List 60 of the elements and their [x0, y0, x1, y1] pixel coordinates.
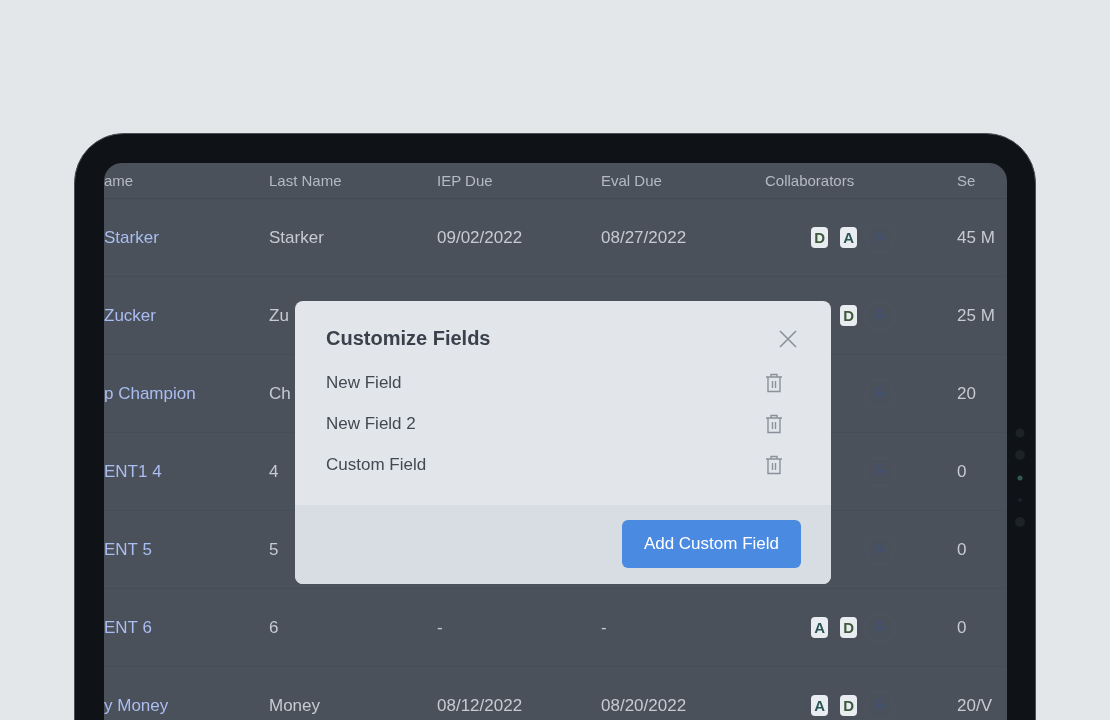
- custom-field-name: New Field: [326, 372, 402, 393]
- delete-button[interactable]: [765, 413, 783, 434]
- delete-button[interactable]: [765, 372, 783, 393]
- column-header: Last Name: [269, 171, 343, 190]
- student-name-link[interactable]: y Money: [104, 695, 169, 715]
- column-header: IEP Due: [437, 171, 494, 190]
- collaborator-initial: A: [811, 695, 829, 716]
- student-name-link[interactable]: Zucker: [104, 305, 156, 325]
- table-cell: 0: [957, 539, 967, 559]
- add-user-icon: [873, 621, 887, 634]
- student-name-link[interactable]: ENT 5: [104, 539, 152, 559]
- collaborator-initial: D: [840, 305, 857, 326]
- table-cell: Ch: [269, 383, 291, 403]
- table-cell: 20: [957, 383, 976, 403]
- collaborator-initial: D: [840, 617, 857, 638]
- student-name-link[interactable]: ENT1 4: [104, 461, 162, 481]
- trash-icon: [765, 413, 783, 434]
- table-cell: 6: [269, 617, 279, 637]
- student-name-link[interactable]: ENT 6: [104, 617, 152, 637]
- table-cell: 08/12/2022: [437, 695, 523, 715]
- add-user-icon: [873, 309, 887, 322]
- collaborator-initial: A: [811, 617, 829, 638]
- table-cell: -: [601, 617, 607, 637]
- table-cell: Starker: [269, 227, 324, 247]
- table-cell: 08/20/2022: [601, 695, 687, 715]
- student-name-link[interactable]: Starker: [104, 227, 159, 247]
- column-header: Eval Due: [601, 171, 663, 190]
- close-icon: [779, 329, 797, 348]
- dialog-title: Customize Fields: [326, 327, 491, 350]
- close-button[interactable]: [779, 329, 797, 348]
- table-cell: 09/02/2022: [437, 227, 523, 247]
- trash-icon: [765, 372, 783, 393]
- add-user-icon: [873, 543, 887, 556]
- custom-field-name: New Field 2: [326, 413, 416, 434]
- table-cell: 5: [269, 539, 279, 559]
- table-cell: 45 M: [957, 227, 995, 247]
- table-cell: 08/27/2022: [601, 227, 687, 247]
- column-header: Se: [957, 171, 976, 190]
- table-cell: Money: [269, 695, 321, 715]
- add-user-icon: [873, 387, 887, 400]
- add-custom-field-button[interactable]: Add Custom Field: [621, 520, 801, 568]
- add-user-icon: [873, 465, 887, 478]
- trash-icon: [765, 454, 783, 475]
- column-header: ame: [104, 171, 135, 190]
- table-cell: 20/V: [957, 695, 992, 715]
- student-name-link[interactable]: p Champion: [104, 383, 196, 403]
- table-cell: Zu: [269, 305, 289, 325]
- column-header: Collaborators: [765, 171, 856, 190]
- table-cell: 0: [957, 461, 967, 481]
- collaborator-initial: D: [811, 227, 829, 248]
- table-cell: -: [437, 617, 443, 637]
- collaborator-initial: A: [840, 227, 857, 248]
- add-user-icon: [873, 699, 887, 712]
- custom-field-name: Custom Field: [326, 454, 427, 475]
- table-cell: 25 M: [957, 305, 995, 325]
- add-user-icon: [873, 231, 887, 244]
- table-cell: 4: [269, 461, 279, 481]
- collaborator-initial: D: [840, 695, 857, 716]
- table-cell: 0: [957, 617, 967, 637]
- delete-button[interactable]: [765, 454, 783, 475]
